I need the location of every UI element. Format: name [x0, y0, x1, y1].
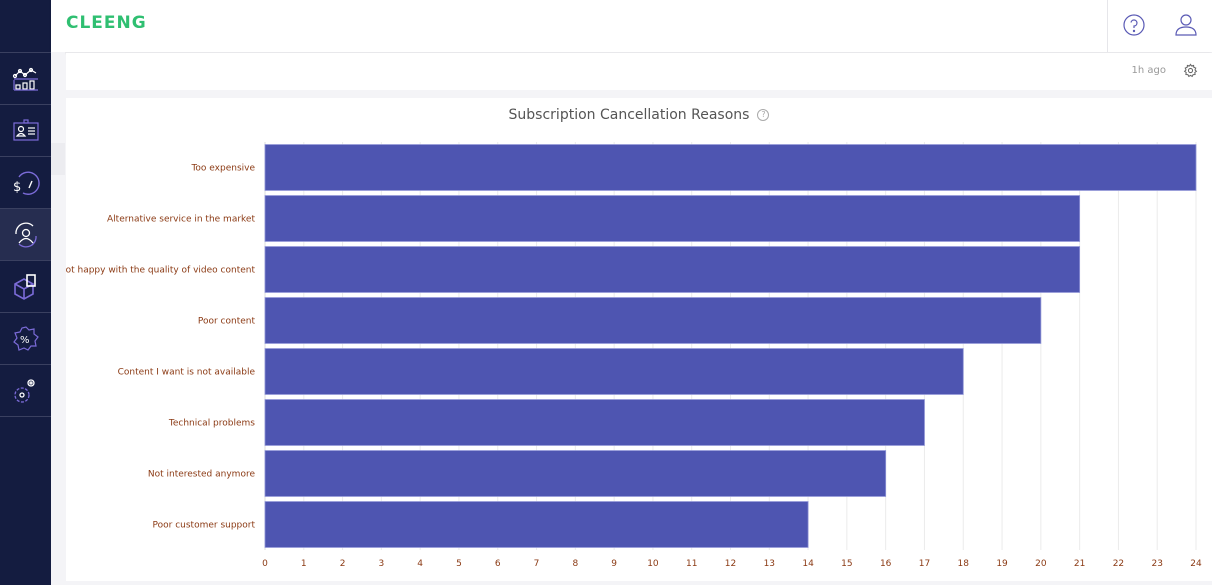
cleeng-logo[interactable]: CLEENG [66, 13, 147, 33]
sidebar-item-analytics[interactable] [0, 53, 51, 105]
last-updated: 1h ago [1131, 65, 1166, 76]
x-tick-label: 10 [647, 559, 659, 569]
settings-icon [13, 378, 35, 403]
category-label: Too expensive [190, 164, 255, 174]
x-tick-label: 21 [1074, 559, 1085, 569]
x-tick-label: 13 [764, 559, 775, 569]
x-tick-label: 4 [417, 559, 423, 569]
bar [264, 297, 1042, 344]
analytics-icon [12, 67, 38, 91]
x-tick-label: 14 [802, 559, 814, 569]
bar-chart: 0 1 2 3 4 5 6 7 8 9 10 11 12 13 14 15 16 17 18 19 20 21 22 23 24… [66, 142, 1202, 569]
category-label: Alternative service in the market [107, 215, 255, 225]
bar [264, 246, 1081, 293]
category-label: Poor customer support [153, 521, 256, 531]
left-strip [51, 52, 65, 585]
sidebar: $ % [0, 0, 51, 585]
x-tick-label: 24 [1190, 559, 1202, 569]
x-tick-label: 9 [611, 559, 617, 569]
user-icon[interactable] [1173, 12, 1199, 38]
svg-text:%: % [20, 335, 30, 346]
x-tick-label: 12 [725, 559, 736, 569]
category-label: Not interested anymore [148, 470, 256, 480]
x-tick-label: 0 [262, 559, 268, 569]
x-tick-label: 11 [686, 559, 697, 569]
retention-icon [14, 221, 37, 248]
sidebar-item-customers[interactable] [0, 105, 51, 157]
x-tick-label: 23 [1151, 559, 1162, 569]
bar [264, 399, 925, 446]
bar [264, 195, 1081, 242]
gear-icon[interactable] [1183, 63, 1198, 78]
sidebar-item-revenue[interactable]: $ [0, 157, 51, 209]
x-tick-label: 2 [340, 559, 346, 569]
x-tick-label: 6 [495, 559, 501, 569]
bar [264, 501, 809, 548]
x-tick-label: 22 [1113, 559, 1124, 569]
x-tick-label: 20 [1035, 559, 1047, 569]
customer-card-icon [12, 118, 39, 141]
revenue-gauge-icon: $ [13, 171, 40, 195]
bar [264, 348, 964, 395]
x-tick-label: 17 [919, 559, 930, 569]
bar [264, 450, 887, 497]
x-tick-label: 19 [996, 559, 1008, 569]
svg-text:$: $ [13, 180, 21, 195]
x-tick-label: 7 [534, 559, 540, 569]
chart-card: Subscription Cancellation Reasons? 01234… [66, 98, 1212, 581]
help-icon[interactable] [1122, 13, 1146, 37]
category-label: Not happy with the quality of video cont… [66, 266, 255, 276]
left-strip-highlight [51, 143, 65, 175]
x-tick-label: 8 [572, 559, 578, 569]
sidebar-item-retention[interactable] [0, 209, 51, 261]
bar [264, 144, 1197, 191]
header-divider [1107, 0, 1108, 52]
x-tick-label: 15 [841, 559, 852, 569]
sidebar-top [0, 0, 51, 53]
category-label: Poor content [198, 317, 256, 327]
x-tick-label: 5 [456, 559, 462, 569]
sidebar-item-discounts[interactable]: % [0, 313, 51, 365]
top-bar: CLEENG [51, 0, 1212, 52]
discount-icon: % [12, 325, 39, 351]
category-label: Content I want is not available [118, 368, 256, 378]
offers-icon [13, 273, 36, 300]
x-tick-label: 3 [379, 559, 385, 569]
category-label: Technical problems [168, 419, 255, 429]
sidebar-item-settings[interactable] [0, 365, 51, 417]
x-tick-label: 16 [880, 559, 892, 569]
sidebar-item-offers[interactable] [0, 261, 51, 313]
x-tick-label: 18 [958, 559, 970, 569]
widget-header: 1h ago [66, 53, 1212, 90]
x-tick-label: 1 [301, 559, 307, 569]
